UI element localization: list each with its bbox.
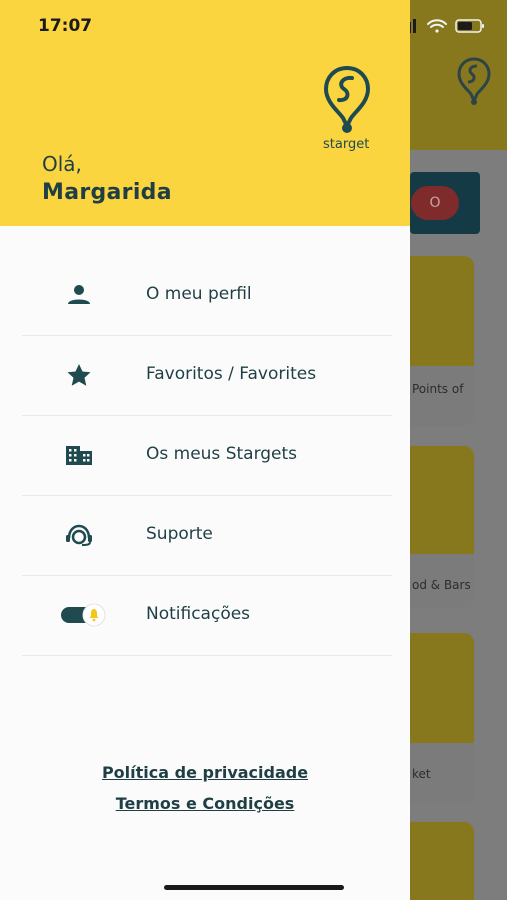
status-bar-icons bbox=[398, 19, 484, 33]
battery-icon bbox=[455, 19, 484, 33]
menu-item-support[interactable]: Suporte bbox=[22, 496, 392, 576]
menu-item-my-stargets[interactable]: Os meus Stargets bbox=[22, 416, 392, 496]
background-logo-icon bbox=[457, 57, 491, 105]
drawer-menu: O meu perfil Favoritos / Favorites Os me… bbox=[22, 256, 392, 656]
building-icon bbox=[66, 446, 92, 465]
greeting-text: Olá, bbox=[42, 152, 82, 176]
background-search-button: O bbox=[411, 186, 459, 220]
wifi-icon bbox=[427, 19, 447, 33]
background-card-label: ket bbox=[412, 767, 431, 781]
navigation-drawer: 17:07 starget Olá, Margarida O meu perfi… bbox=[0, 0, 410, 900]
drawer-header: 17:07 starget Olá, Margarida bbox=[0, 0, 410, 226]
menu-item-label: O meu perfil bbox=[146, 284, 252, 304]
person-icon bbox=[68, 285, 90, 304]
notification-toggle-icon[interactable] bbox=[60, 603, 112, 627]
menu-item-profile[interactable]: O meu perfil bbox=[22, 256, 392, 336]
menu-item-label: Suporte bbox=[146, 524, 213, 544]
privacy-policy-link[interactable]: Política de privacidade bbox=[0, 763, 410, 782]
status-time: 17:07 bbox=[38, 16, 93, 36]
background-card: od & Bars bbox=[410, 446, 474, 608]
menu-item-notifications[interactable]: Notificações bbox=[22, 576, 392, 656]
background-card: Points of bbox=[410, 256, 474, 426]
home-indicator bbox=[164, 885, 344, 890]
background-card: ket bbox=[410, 633, 474, 803]
background-card-label: od & Bars bbox=[412, 578, 471, 592]
background-card-label: Points of bbox=[412, 382, 464, 396]
background-card bbox=[410, 822, 474, 900]
user-name: Margarida bbox=[42, 180, 172, 205]
menu-item-favorites[interactable]: Favoritos / Favorites bbox=[22, 336, 392, 416]
footer-links: Política de privacidade Termos e Condiçõ… bbox=[0, 763, 410, 825]
star-icon bbox=[67, 364, 91, 386]
menu-item-label: Notificações bbox=[146, 604, 251, 624]
starget-logo-icon bbox=[323, 65, 371, 133]
support-headset-icon bbox=[66, 524, 92, 546]
terms-and-conditions-link[interactable]: Termos e Condições bbox=[0, 794, 410, 813]
menu-item-label: Os meus Stargets bbox=[146, 444, 298, 464]
brand-name: starget bbox=[323, 137, 370, 152]
menu-item-label: Favoritos / Favorites bbox=[146, 364, 317, 384]
